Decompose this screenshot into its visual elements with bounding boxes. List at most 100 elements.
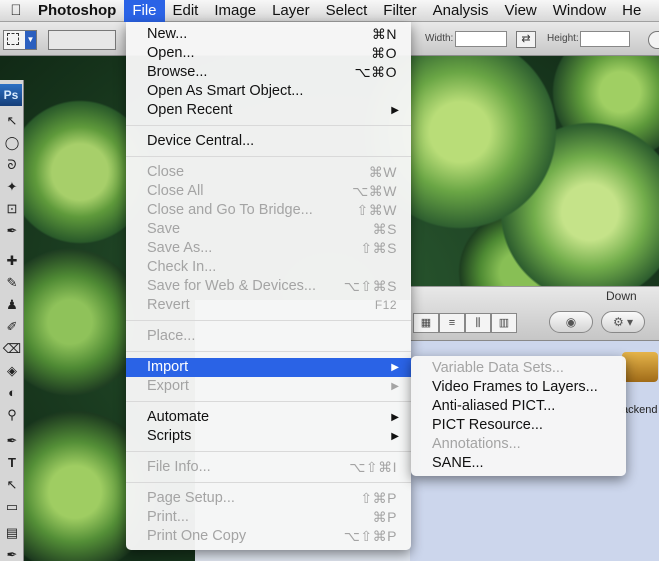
menu-item-shortcut: ⌥⌘W <box>352 183 397 199</box>
coverflow-view-icon[interactable]: ▥ <box>491 313 517 333</box>
submenu-arrow-icon: ▶ <box>391 362 399 373</box>
menu-item-label: Open Recent <box>147 102 233 118</box>
menu-image[interactable]: Image <box>206 0 264 22</box>
finder-toolbar: Down ▦ ≡ ⫼ ▥ ◉ ⚙ ▾ <box>410 287 659 341</box>
finder-location-label[interactable]: Down <box>606 289 637 303</box>
menu-app-name[interactable]: Photoshop <box>32 0 124 22</box>
menu-help[interactable]: He <box>614 0 649 22</box>
menu-edit[interactable]: Edit <box>165 0 207 22</box>
menu-item-label: Revert <box>147 297 190 313</box>
menu-item-open-smart-object[interactable]: Open As Smart Object... <box>126 82 411 101</box>
menu-item-save-for-web[interactable]: Save for Web & Devices... ⌥⇧⌘S <box>126 277 411 296</box>
healing-brush-icon[interactable]: ✚ <box>2 252 22 270</box>
blur-tool-icon[interactable]: ◐ <box>2 384 22 402</box>
menu-item-print-one-copy[interactable]: Print One Copy ⌥⇧⌘P <box>126 527 411 546</box>
magic-wand-icon[interactable]: ✦ <box>2 178 22 196</box>
icon-view-button[interactable]: ▦ <box>413 313 439 333</box>
package-label[interactable]: ackend <box>622 404 657 416</box>
menu-item-open[interactable]: Open... ⌘O <box>126 44 411 63</box>
menu-item-browse[interactable]: Browse... ⌥⌘O <box>126 63 411 82</box>
package-icon[interactable] <box>622 352 658 382</box>
quicklook-eye-icon[interactable]: ◉ <box>549 311 593 333</box>
apple-icon[interactable]:  <box>0 2 32 19</box>
menu-item-label: Page Setup... <box>147 490 235 506</box>
brush-tool-icon[interactable]: ✎ <box>2 274 22 292</box>
menu-item-sane[interactable]: SANE... <box>411 454 626 473</box>
paint-bucket-icon[interactable]: ◈ <box>2 362 22 380</box>
list-view-icon[interactable]: ≡ <box>439 313 465 333</box>
shape-tool-icon[interactable]: ▭ <box>2 498 22 516</box>
menu-file[interactable]: File <box>124 0 165 22</box>
menu-item-close-go-bridge[interactable]: Close and Go To Bridge... ⇧⌘W <box>126 201 411 220</box>
menu-item-annotations[interactable]: Annotations... <box>411 435 626 454</box>
menu-select[interactable]: Select <box>318 0 376 22</box>
menu-item-file-info[interactable]: File Info... ⌥⇧⌘I <box>126 458 411 477</box>
menu-item-variable-data-sets[interactable]: Variable Data Sets... <box>411 359 626 378</box>
notes-tool-icon[interactable]: ▤ <box>2 524 22 542</box>
path-select-icon[interactable]: ↖ <box>2 476 22 494</box>
menu-item-revert[interactable]: Revert F12 <box>126 296 411 315</box>
menu-item-label: Open As Smart Object... <box>147 83 304 99</box>
gear-icon[interactable]: ⚙ ▾ <box>601 311 645 333</box>
menu-item-close[interactable]: Close ⌘W <box>126 163 411 182</box>
menu-item-print[interactable]: Print... ⌘P <box>126 508 411 527</box>
selection-mode-buttons[interactable] <box>48 30 116 50</box>
menu-item-place[interactable]: Place... <box>126 327 411 346</box>
menu-item-scripts[interactable]: Scripts ▶ <box>126 427 411 446</box>
column-view-icon[interactable]: ⫼ <box>465 313 491 333</box>
type-tool-icon[interactable]: T <box>2 454 22 472</box>
menu-filter[interactable]: Filter <box>375 0 424 22</box>
history-brush-icon[interactable]: ✐ <box>2 318 22 336</box>
menu-item-label: Variable Data Sets... <box>432 360 564 376</box>
crop-tool-icon[interactable]: ⊡ <box>2 200 22 218</box>
menu-item-save-as[interactable]: Save As... ⇧⌘S <box>126 239 411 258</box>
dodge-tool-icon[interactable]: ⚲ <box>2 406 22 424</box>
menu-item-anti-aliased-pict[interactable]: Anti-aliased PICT... <box>411 397 626 416</box>
menu-item-save[interactable]: Save ⌘S <box>126 220 411 239</box>
menu-item-pict-resource[interactable]: PICT Resource... <box>411 416 626 435</box>
swap-icon[interactable]: ⇄ <box>516 31 536 48</box>
menu-item-video-frames-to-layers[interactable]: Video Frames to Layers... <box>411 378 626 397</box>
menu-item-shortcut: ⌘N <box>371 26 397 42</box>
menu-item-export[interactable]: Export ▶ <box>126 377 411 396</box>
menu-item-shortcut: ⇧⌘S <box>360 240 397 256</box>
menu-item-device-central[interactable]: Device Central... <box>126 132 411 151</box>
menu-item-new[interactable]: New... ⌘N <box>126 25 411 44</box>
menu-bar:  Photoshop File Edit Image Layer Select… <box>0 0 659 22</box>
menu-item-import[interactable]: Import ▶ <box>126 358 411 377</box>
menu-layer[interactable]: Layer <box>264 0 318 22</box>
menu-item-shortcut: ⌥⇧⌘P <box>343 528 397 544</box>
menu-separator <box>126 320 411 321</box>
menu-item-close-all[interactable]: Close All ⌥⌘W <box>126 182 411 201</box>
menu-window[interactable]: Window <box>545 0 614 22</box>
marquee-tool-preset-icon[interactable]: ▼ <box>3 30 37 50</box>
menu-item-label: Close <box>147 164 185 180</box>
menu-item-label: Anti-aliased PICT... <box>432 398 556 414</box>
pen-tool-icon[interactable]: ✒ <box>2 432 22 450</box>
menu-analysis[interactable]: Analysis <box>425 0 497 22</box>
chevron-down-icon: ▼ <box>25 31 36 49</box>
marquee-icon <box>7 33 19 45</box>
menu-separator <box>126 156 411 157</box>
menu-item-label: Automate <box>147 409 210 425</box>
marquee-tool-icon[interactable]: ◯ <box>2 134 22 152</box>
menu-item-label: Save for Web & Devices... <box>147 278 316 294</box>
refine-edge-button[interactable] <box>648 31 659 49</box>
menu-view[interactable]: View <box>497 0 545 22</box>
menu-item-page-setup[interactable]: Page Setup... ⇧⌘P <box>126 489 411 508</box>
eraser-icon[interactable]: ⌫ <box>2 340 22 358</box>
menu-item-automate[interactable]: Automate ▶ <box>126 408 411 427</box>
menu-item-label: Print One Copy <box>147 528 247 544</box>
menu-item-check-in[interactable]: Check In... <box>126 258 411 277</box>
menu-item-open-recent[interactable]: Open Recent ▶ <box>126 101 411 120</box>
eyedropper-icon[interactable]: ✒ <box>2 222 22 240</box>
move-tool-icon[interactable]: ↖ <box>2 112 22 130</box>
width-field[interactable] <box>455 31 507 47</box>
eyedropper-tool-icon[interactable]: ✒ <box>2 546 22 561</box>
menu-item-shortcut: ⌘O <box>371 45 397 61</box>
lasso-tool-icon[interactable]: ᘐ <box>2 156 22 174</box>
height-field[interactable] <box>580 31 630 47</box>
stamp-tool-icon[interactable]: ♟ <box>2 296 22 314</box>
menu-separator <box>126 401 411 402</box>
menu-item-label: Export <box>147 378 189 394</box>
